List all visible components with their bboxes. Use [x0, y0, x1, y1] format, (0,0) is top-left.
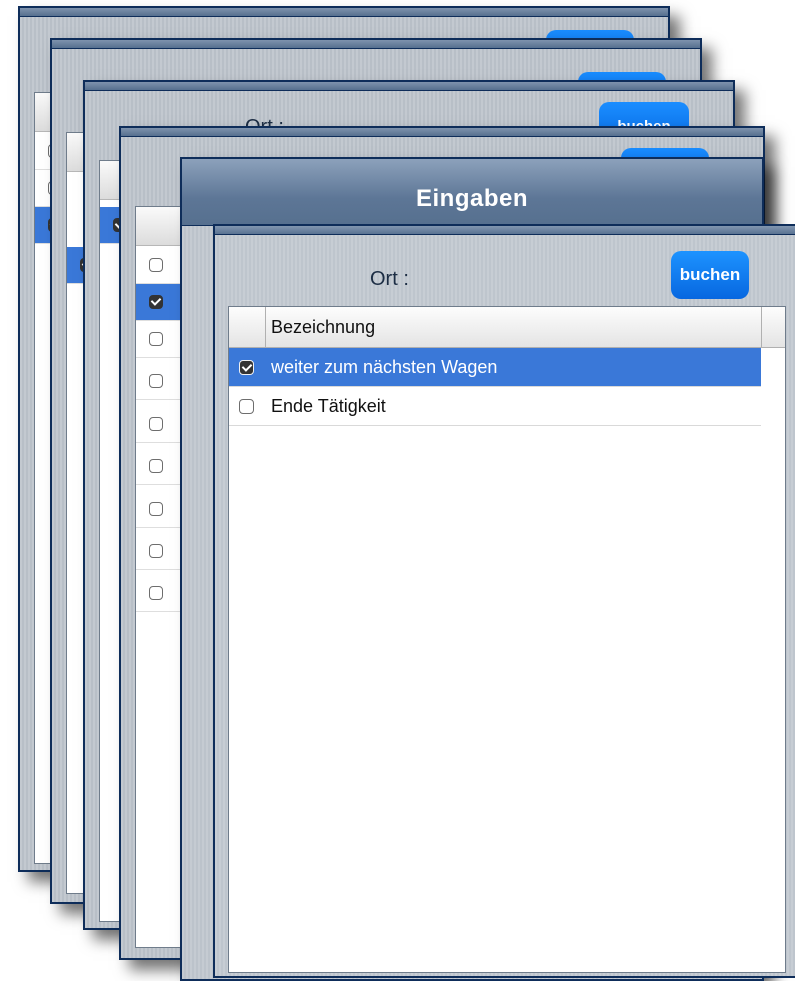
- list-item-label: weiter zum nächsten Wagen: [271, 357, 498, 377]
- checkbox: [149, 502, 163, 516]
- column-header-bezeichnung[interactable]: Bezeichnung: [271, 317, 375, 338]
- checkbox: [149, 544, 163, 558]
- activity-list: Bezeichnung weiter zum nächsten Wagen En…: [228, 306, 786, 973]
- select-column-header[interactable]: [229, 307, 266, 347]
- checkbox: [149, 459, 163, 473]
- background-window-3-topbar: [85, 82, 733, 91]
- background-window-2-topbar: [52, 40, 700, 49]
- checkbox-unchecked[interactable]: [239, 399, 254, 414]
- list-item[interactable]: weiter zum nächsten Wagen: [229, 348, 761, 387]
- booking-dialog: Ort : buchen Bezeichnung weiter zum näch…: [213, 224, 795, 978]
- list-header: Bezeichnung: [229, 307, 785, 348]
- window-title: Eingaben: [182, 159, 762, 226]
- checkbox: [149, 374, 163, 388]
- checkbox: [149, 332, 163, 346]
- column-header-filler: [761, 307, 784, 347]
- checkbox: [149, 586, 163, 600]
- checkbox: [149, 295, 163, 309]
- location-label: Ort :: [370, 268, 409, 290]
- checkbox: [149, 258, 163, 272]
- book-button[interactable]: buchen: [671, 251, 749, 299]
- checkbox-checked[interactable]: [239, 360, 254, 375]
- list-item-label: Ende Tätigkeit: [271, 396, 386, 416]
- dialog-topbar: [215, 226, 795, 235]
- background-window-4-topbar: [121, 128, 763, 137]
- background-window-1-topbar: [20, 8, 668, 17]
- list-item[interactable]: Ende Tätigkeit: [229, 387, 761, 426]
- checkbox: [149, 417, 163, 431]
